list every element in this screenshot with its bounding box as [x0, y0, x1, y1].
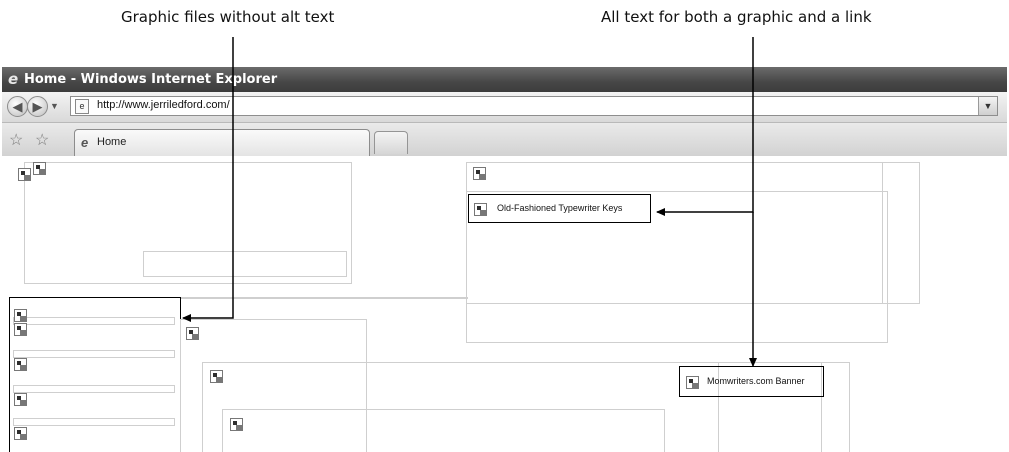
banner-image-link[interactable]: Momwriters.com Banner: [679, 366, 824, 397]
layout-box: [13, 418, 175, 426]
typewriter-image-link[interactable]: Old-Fashioned Typewriter Keys: [468, 194, 651, 223]
address-dropdown-icon[interactable]: ▼: [978, 97, 997, 115]
address-bar[interactable]: e http://www.jerriledford.com/ ▼: [70, 96, 998, 116]
broken-image-icon: [186, 327, 199, 340]
broken-image-icon: [474, 203, 487, 216]
favorites-star-icon[interactable]: ☆: [9, 130, 23, 150]
ie-logo-icon: e: [8, 70, 19, 88]
layout-box: [882, 162, 920, 304]
broken-image-icon: [14, 309, 27, 322]
broken-image-icon: [230, 418, 243, 431]
tab-home[interactable]: e Home: [74, 129, 370, 156]
typewriter-alt-text: Old-Fashioned Typewriter Keys: [497, 203, 623, 213]
page-content: Old-Fashioned Typewriter Keys Momwriters…: [2, 156, 1007, 452]
window-title: Home - Windows Internet Explorer: [24, 72, 278, 87]
address-url: http://www.jerriledford.com/: [97, 99, 230, 111]
broken-image-icon: [14, 393, 27, 406]
browser-window: e Home - Windows Internet Explorer ◀ ▶ ▼…: [2, 67, 1007, 452]
broken-image-icon: [210, 370, 223, 383]
title-bar: e Home - Windows Internet Explorer: [2, 67, 1007, 92]
callout-left-label: Graphic files without alt text: [121, 8, 335, 26]
layout-box: [222, 409, 665, 452]
broken-image-icon: [14, 323, 27, 336]
tab-label: Home: [97, 136, 127, 148]
broken-image-icon: [686, 376, 699, 389]
add-favorites-icon[interactable]: ☆: [35, 130, 49, 150]
callout-right-label: All text for both a graphic and a link: [601, 8, 872, 26]
broken-image-icon: [18, 168, 31, 181]
banner-alt-text: Momwriters.com Banner: [707, 376, 805, 386]
layout-box: [13, 385, 175, 393]
broken-image-icon: [14, 427, 27, 440]
tab-page-icon: e: [81, 135, 89, 150]
page-icon: e: [75, 99, 89, 114]
layout-box: [13, 350, 175, 358]
broken-image-icon: [33, 162, 46, 175]
forward-button[interactable]: ▶: [27, 96, 48, 117]
layout-box: [143, 251, 347, 277]
broken-image-icon: [473, 167, 486, 180]
back-button[interactable]: ◀: [7, 96, 28, 117]
layout-box: [180, 297, 468, 299]
navigation-bar: ◀ ▶ ▼ e http://www.jerriledford.com/ ▼: [2, 92, 1007, 123]
recent-pages-dropdown-icon[interactable]: ▼: [50, 101, 59, 111]
tab-bar: ☆ ☆ e Home: [2, 123, 1007, 157]
layout-box: [13, 317, 175, 325]
new-tab-button[interactable]: [374, 131, 408, 154]
broken-image-icon: [14, 358, 27, 371]
